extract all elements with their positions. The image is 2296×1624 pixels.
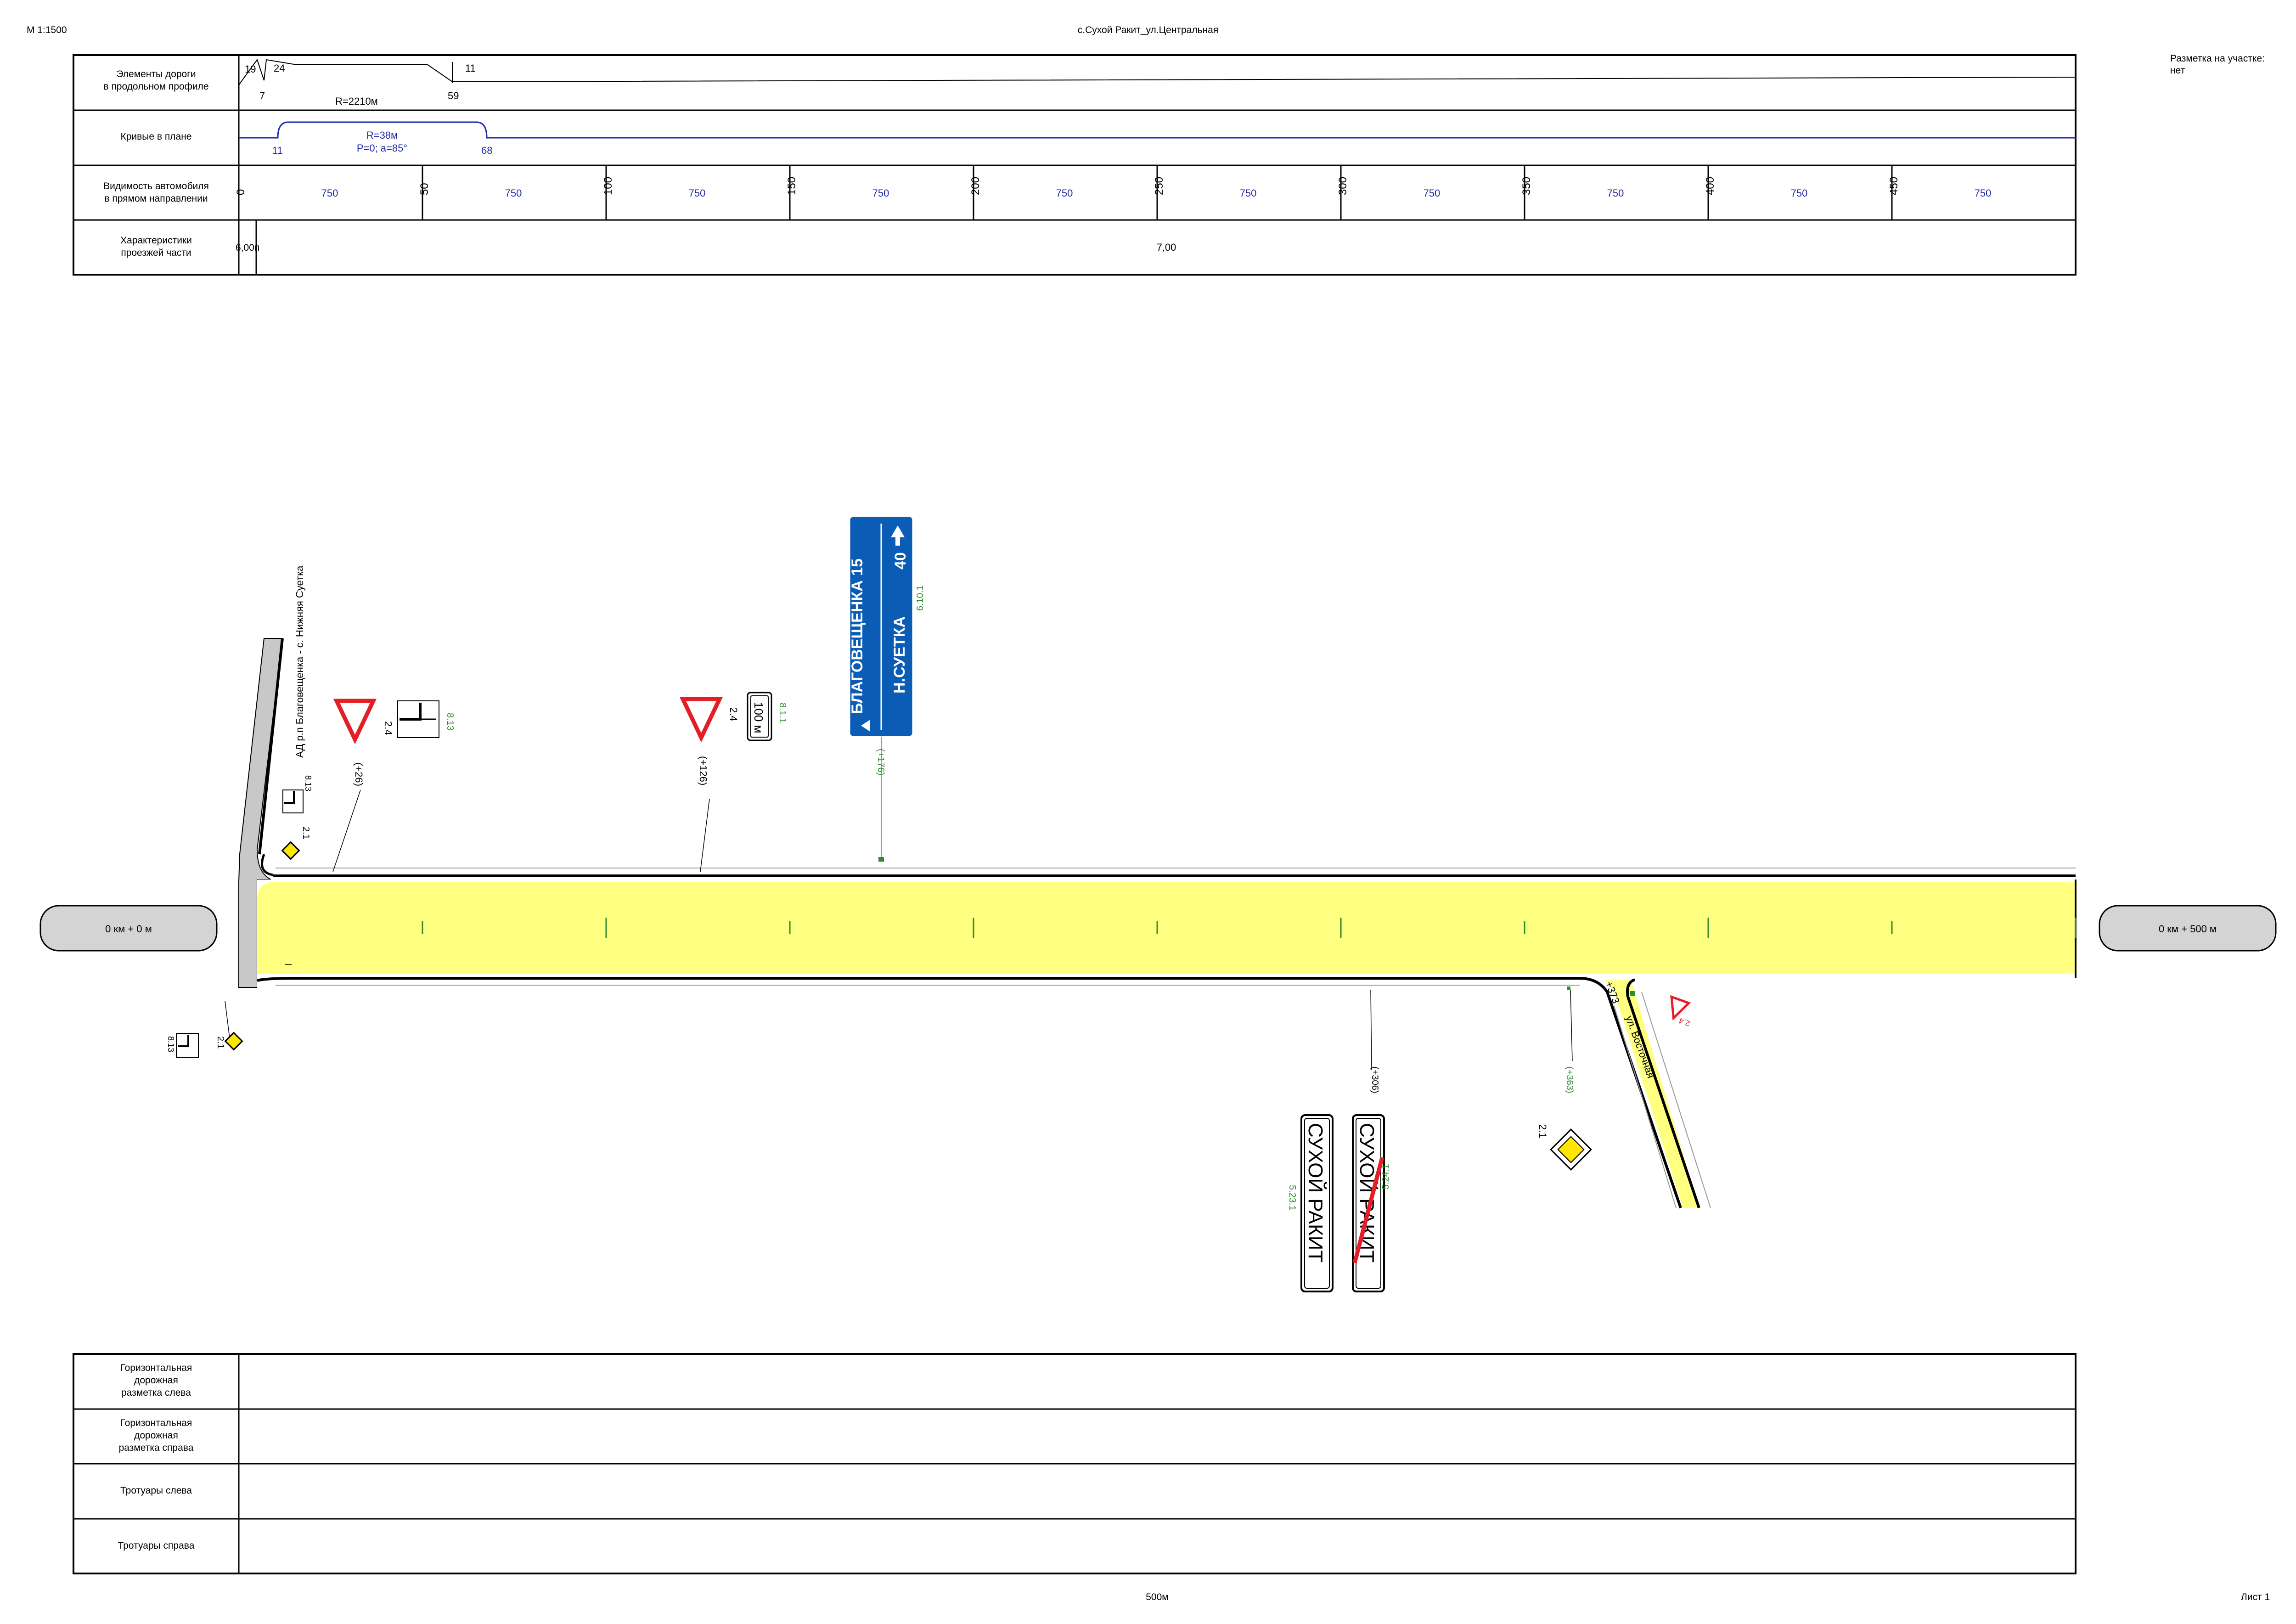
sign-code-2-4: 2.4 [383, 721, 394, 735]
picket-label: 350 [1520, 177, 1533, 195]
sign-8-13-lower-left-icon [176, 1033, 199, 1058]
priority-road-sign [1550, 1128, 1592, 1171]
footer-sheet: Лист 1 [2241, 1592, 2270, 1602]
sign-code-8-13-corner: 8.13 [304, 775, 313, 791]
bottom-table [73, 1353, 2077, 1574]
picket-176: (+176) [876, 749, 886, 775]
yield-sign-2 [679, 697, 723, 743]
curve-params: P=0; a=85° [357, 142, 407, 154]
sign-code-8-13: 8.13 [445, 713, 455, 731]
sign-code-5-23-1: 5.23.1 [1287, 1185, 1297, 1211]
sign-code-8-1-1: 8.1.1 [777, 703, 788, 723]
profile-n7: 7 [259, 90, 265, 102]
picket-label: 400 [1704, 177, 1716, 195]
direction-sign-line2: Н.СУЕТКА [891, 616, 908, 694]
visibility-value: 750 [689, 187, 706, 199]
sign-8-13-small-icon [282, 789, 304, 813]
profile-n11: 11 [465, 62, 476, 74]
sign-code-2-1-corner: 2.1 [301, 827, 311, 840]
picket-label: 50 [418, 183, 431, 195]
row-label-marking-right: Горизонтальная дорожная разметка справа [118, 1418, 194, 1453]
picket-label: 450 [1888, 177, 1900, 195]
profile-n24: 24 [274, 62, 285, 74]
picket-label: 300 [1337, 177, 1349, 195]
row-label-visibility: Видимость автомобиля в прямом направлении [103, 181, 209, 204]
row-label-marking-left: Горизонтальная дорожная разметка слева [120, 1363, 192, 1398]
visibility-value: 750 [321, 187, 338, 199]
top-table: 19 24 11 7 R=2210м 59 R=38м P=0; a=85° 1… [73, 54, 2077, 276]
town-entry-text: СУХОЙ РАКИТ [1304, 1123, 1328, 1263]
row-label-sidewalk-right: Тротуары справа [118, 1540, 195, 1551]
profile-radius: R=2210м [335, 96, 378, 107]
plan-curve-diagram [239, 121, 2076, 139]
picket-label: 200 [969, 177, 982, 195]
visibility-row: 0 50 100 150 200 250 300 350 400 450 750… [235, 177, 1991, 199]
priority-road-sign-lower-left [224, 1032, 243, 1051]
picket-label: 250 [1153, 177, 1165, 195]
visibility-value: 750 [1240, 187, 1257, 199]
direction-sign-line1: БЛАГОВЕЩЕНКА 15 [849, 558, 866, 714]
visibility-value: 750 [1791, 187, 1808, 199]
picket-306: (+306) [1370, 1066, 1380, 1093]
profile-n19: 19 [245, 63, 256, 75]
sign-code-2-1-lower-left: 2.1 [215, 1036, 225, 1049]
sign-code-8-13-lower-left: 8.13 [166, 1036, 175, 1052]
sign-8-13-icon [397, 700, 439, 738]
start-marker-label: 0 км + 0 м [105, 923, 152, 935]
profile-n59: 59 [448, 90, 459, 102]
picket-label: 100 [602, 177, 614, 195]
sign-code-5-24-1: 5.24.1 [1381, 1164, 1391, 1190]
carriageway-width-start: 6,00п [236, 242, 259, 253]
row-label-carriageway: Характеристики проезжей части [120, 235, 192, 258]
visibility-value: 750 [1975, 187, 1992, 199]
priority-road-sign-small [281, 841, 300, 860]
curve-end: 68 [481, 145, 492, 156]
visibility-value: 750 [1607, 187, 1624, 199]
road-plan: 0 км + 0 м 0 км + 500 м АД р.п Благовеще… [39, 515, 2277, 1292]
end-marker-label: 0 км + 500 м [2159, 923, 2217, 935]
row-label-sidewalk-left: Тротуары слева [120, 1485, 192, 1496]
visibility-value: 750 [872, 187, 889, 199]
main-road [257, 882, 2076, 974]
curve-start: 11 [272, 145, 283, 156]
profile-diagram [238, 58, 2076, 85]
row-label-profile: Элементы дороги в продольном профиле [103, 69, 209, 92]
carriageway-width-main: 7,00 [1157, 242, 1176, 253]
picket-label: 150 [786, 177, 798, 195]
visibility-value: 750 [1056, 187, 1073, 199]
picket-363: (+363) [1564, 1066, 1575, 1093]
sign-code-2-4-mid: 2.4 [728, 707, 739, 722]
curve-radius: R=38м [366, 130, 398, 141]
sign-code-6-10-1: 6.10.1 [915, 585, 925, 611]
visibility-value: 750 [1424, 187, 1441, 199]
yield-sign-1 [333, 699, 377, 744]
direction-sign-distance: 40 [892, 552, 909, 570]
visibility-value: 750 [505, 187, 522, 199]
picket-126: (+126) [698, 756, 709, 785]
footer-length: 500м [1146, 1592, 1169, 1602]
distance-plate-text: 100 м [752, 702, 765, 733]
side-road-left-name: АД р.п Благовещенка - с. Нижняя Суетка [294, 565, 305, 758]
sign-code-2-1: 2.1 [1537, 1124, 1548, 1139]
picket-26: (+26) [353, 762, 365, 786]
row-label-plan-curves: Кривые в плане [120, 131, 192, 142]
